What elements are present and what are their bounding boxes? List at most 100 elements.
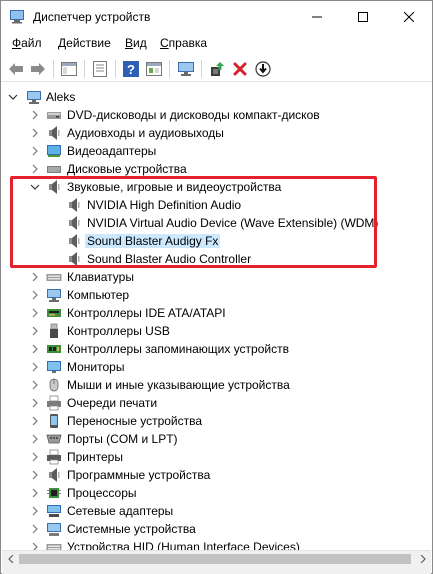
tree-device-sb-controller[interactable]: Sound Blaster Audio Controller — [2, 250, 431, 268]
chevron-down-icon[interactable] — [8, 91, 18, 103]
scroll-thumb[interactable] — [19, 554, 411, 564]
keyboard-icon — [46, 274, 62, 281]
hid-icon — [46, 544, 62, 550]
forward-button[interactable] — [28, 59, 48, 79]
tree-category-mice[interactable]: Мыши и иные указывающие устройства — [2, 376, 431, 394]
svg-text:?: ? — [127, 62, 135, 77]
minimize-icon — [312, 16, 322, 17]
speaker-icon — [69, 234, 80, 248]
tree-category-printers[interactable]: Принтеры — [2, 448, 431, 466]
software-device-icon — [49, 468, 60, 482]
monitor-icon — [47, 361, 61, 373]
tree-category-software[interactable]: Программные устройства — [2, 466, 431, 484]
chevron-right-icon[interactable] — [30, 361, 40, 373]
chevron-right-icon[interactable] — [30, 127, 40, 139]
chevron-right-icon[interactable] — [30, 343, 40, 355]
tree-category-ports[interactable]: Порты (COM и LPT) — [2, 430, 431, 448]
tree-device-nvidia-hda[interactable]: NVIDIA High Definition Audio — [2, 196, 431, 214]
chevron-right-icon[interactable] — [30, 541, 40, 550]
tree-category-storage[interactable]: Контроллеры запоминающих устройств — [2, 340, 431, 358]
tree-category-portable[interactable]: Переносные устройства — [2, 412, 431, 430]
chevron-right-icon[interactable] — [30, 523, 40, 535]
chevron-right-icon[interactable] — [30, 469, 40, 481]
forward-arrow-icon — [31, 63, 45, 75]
scan-hardware-icon — [178, 62, 194, 76]
tree-device-nvidia-virtual[interactable]: NVIDIA Virtual Audio Device (Wave Extens… — [2, 214, 431, 232]
tree-category-usb[interactable]: Контроллеры USB — [2, 322, 431, 340]
chevron-right-icon[interactable] — [30, 307, 40, 319]
chevron-right-icon[interactable] — [30, 271, 40, 283]
chevron-right-icon[interactable] — [30, 325, 40, 337]
chevron-right-icon[interactable] — [30, 487, 40, 499]
update-driver-button[interactable] — [207, 59, 227, 79]
device-manager-window: Диспетчер устройств Файл Действие Вид Сп… — [0, 0, 433, 574]
speaker-icon — [49, 180, 60, 194]
tree-category-system[interactable]: Системные устройства — [2, 520, 431, 538]
tree-root[interactable]: Aleks — [2, 88, 431, 106]
speaker-icon — [69, 252, 80, 266]
chevron-right-icon[interactable] — [30, 289, 40, 301]
tree-category-disk[interactable]: Дисковые устройства — [2, 160, 431, 178]
menu-help[interactable]: Справка — [160, 36, 207, 50]
display-adapter-icon — [47, 145, 61, 157]
tree-category-sound[interactable]: Звуковые, игровые и видеоустройства — [2, 178, 431, 196]
chevron-right-icon[interactable] — [30, 415, 40, 427]
menu-file[interactable]: Файл — [12, 36, 42, 50]
menu-action[interactable]: Действие — [58, 36, 111, 50]
chevron-right-icon[interactable] — [30, 433, 40, 445]
tree-category-audio-io[interactable]: Аудиовходы и аудиовыходы — [2, 124, 431, 142]
tree-root-label: Aleks — [46, 90, 76, 104]
chevron-right-icon[interactable] — [30, 451, 40, 463]
menu-bar: Файл Действие Вид Справка — [1, 34, 432, 54]
chevron-right-icon[interactable] — [30, 163, 40, 175]
tree-category-print-queues[interactable]: Очереди печати — [2, 394, 431, 412]
show-hide-tree-icon — [61, 62, 77, 76]
processor-icon — [47, 488, 61, 498]
back-arrow-icon — [9, 63, 23, 75]
tree-category-display[interactable]: Видеоадаптеры — [2, 142, 431, 160]
chevron-right-icon[interactable] — [30, 397, 40, 409]
tree-category-network[interactable]: Сетевые адаптеры — [2, 502, 431, 520]
tree-category-computer[interactable]: Компьютер — [2, 286, 431, 304]
horizontal-scrollbar[interactable] — [2, 550, 431, 567]
console-button[interactable] — [144, 59, 164, 79]
tree-category-keyboards[interactable]: Клавиатуры — [2, 268, 431, 286]
properties-button[interactable] — [90, 59, 110, 79]
maximize-button[interactable] — [340, 1, 386, 32]
computer-root-icon — [27, 91, 41, 104]
scan-hardware-button[interactable] — [176, 59, 196, 79]
chevron-right-icon[interactable] — [30, 145, 40, 157]
title-bar[interactable]: Диспетчер устройств — [1, 1, 432, 32]
device-tree[interactable]: Aleks DVD-дисководы и дисководы компакт-… — [2, 84, 431, 550]
tree-device-audigy-fx[interactable]: Sound Blaster Audigy Fx — [2, 232, 431, 250]
uninstall-button[interactable] — [230, 59, 250, 79]
chevron-right-icon — [420, 555, 426, 563]
show-hide-tree-button[interactable] — [59, 59, 79, 79]
printer-icon — [47, 449, 61, 465]
speaker-icon — [69, 216, 80, 230]
print-queue-icon — [47, 395, 61, 411]
maximize-icon — [358, 11, 368, 22]
console-icon — [146, 62, 162, 76]
chevron-right-icon[interactable] — [30, 379, 40, 391]
minimize-button[interactable] — [294, 1, 340, 32]
tree-category-ide[interactable]: Контроллеры IDE ATA/ATAPI — [2, 304, 431, 322]
dvd-drive-icon — [47, 112, 61, 119]
menu-view[interactable]: Вид — [125, 36, 147, 50]
tree-category-hid[interactable]: Устройства HID (Human Interface Devices) — [2, 538, 431, 550]
tree-category-monitors[interactable]: Мониторы — [2, 358, 431, 376]
properties-icon — [93, 61, 107, 77]
tree-category-processors[interactable]: Процессоры — [2, 484, 431, 502]
close-button[interactable] — [386, 1, 432, 32]
disable-device-button[interactable] — [253, 59, 273, 79]
tree-category-dvd[interactable]: DVD-дисководы и дисководы компакт-дисков — [2, 106, 431, 124]
back-button[interactable] — [6, 59, 26, 79]
scroll-left-button[interactable] — [2, 551, 19, 567]
storage-controller-icon — [47, 345, 61, 353]
chevron-down-icon[interactable] — [30, 181, 40, 193]
help-button[interactable]: ? — [121, 59, 141, 79]
speaker-icon — [49, 126, 60, 140]
scroll-right-button[interactable] — [414, 551, 431, 567]
chevron-right-icon[interactable] — [30, 505, 40, 517]
chevron-right-icon[interactable] — [30, 109, 40, 121]
